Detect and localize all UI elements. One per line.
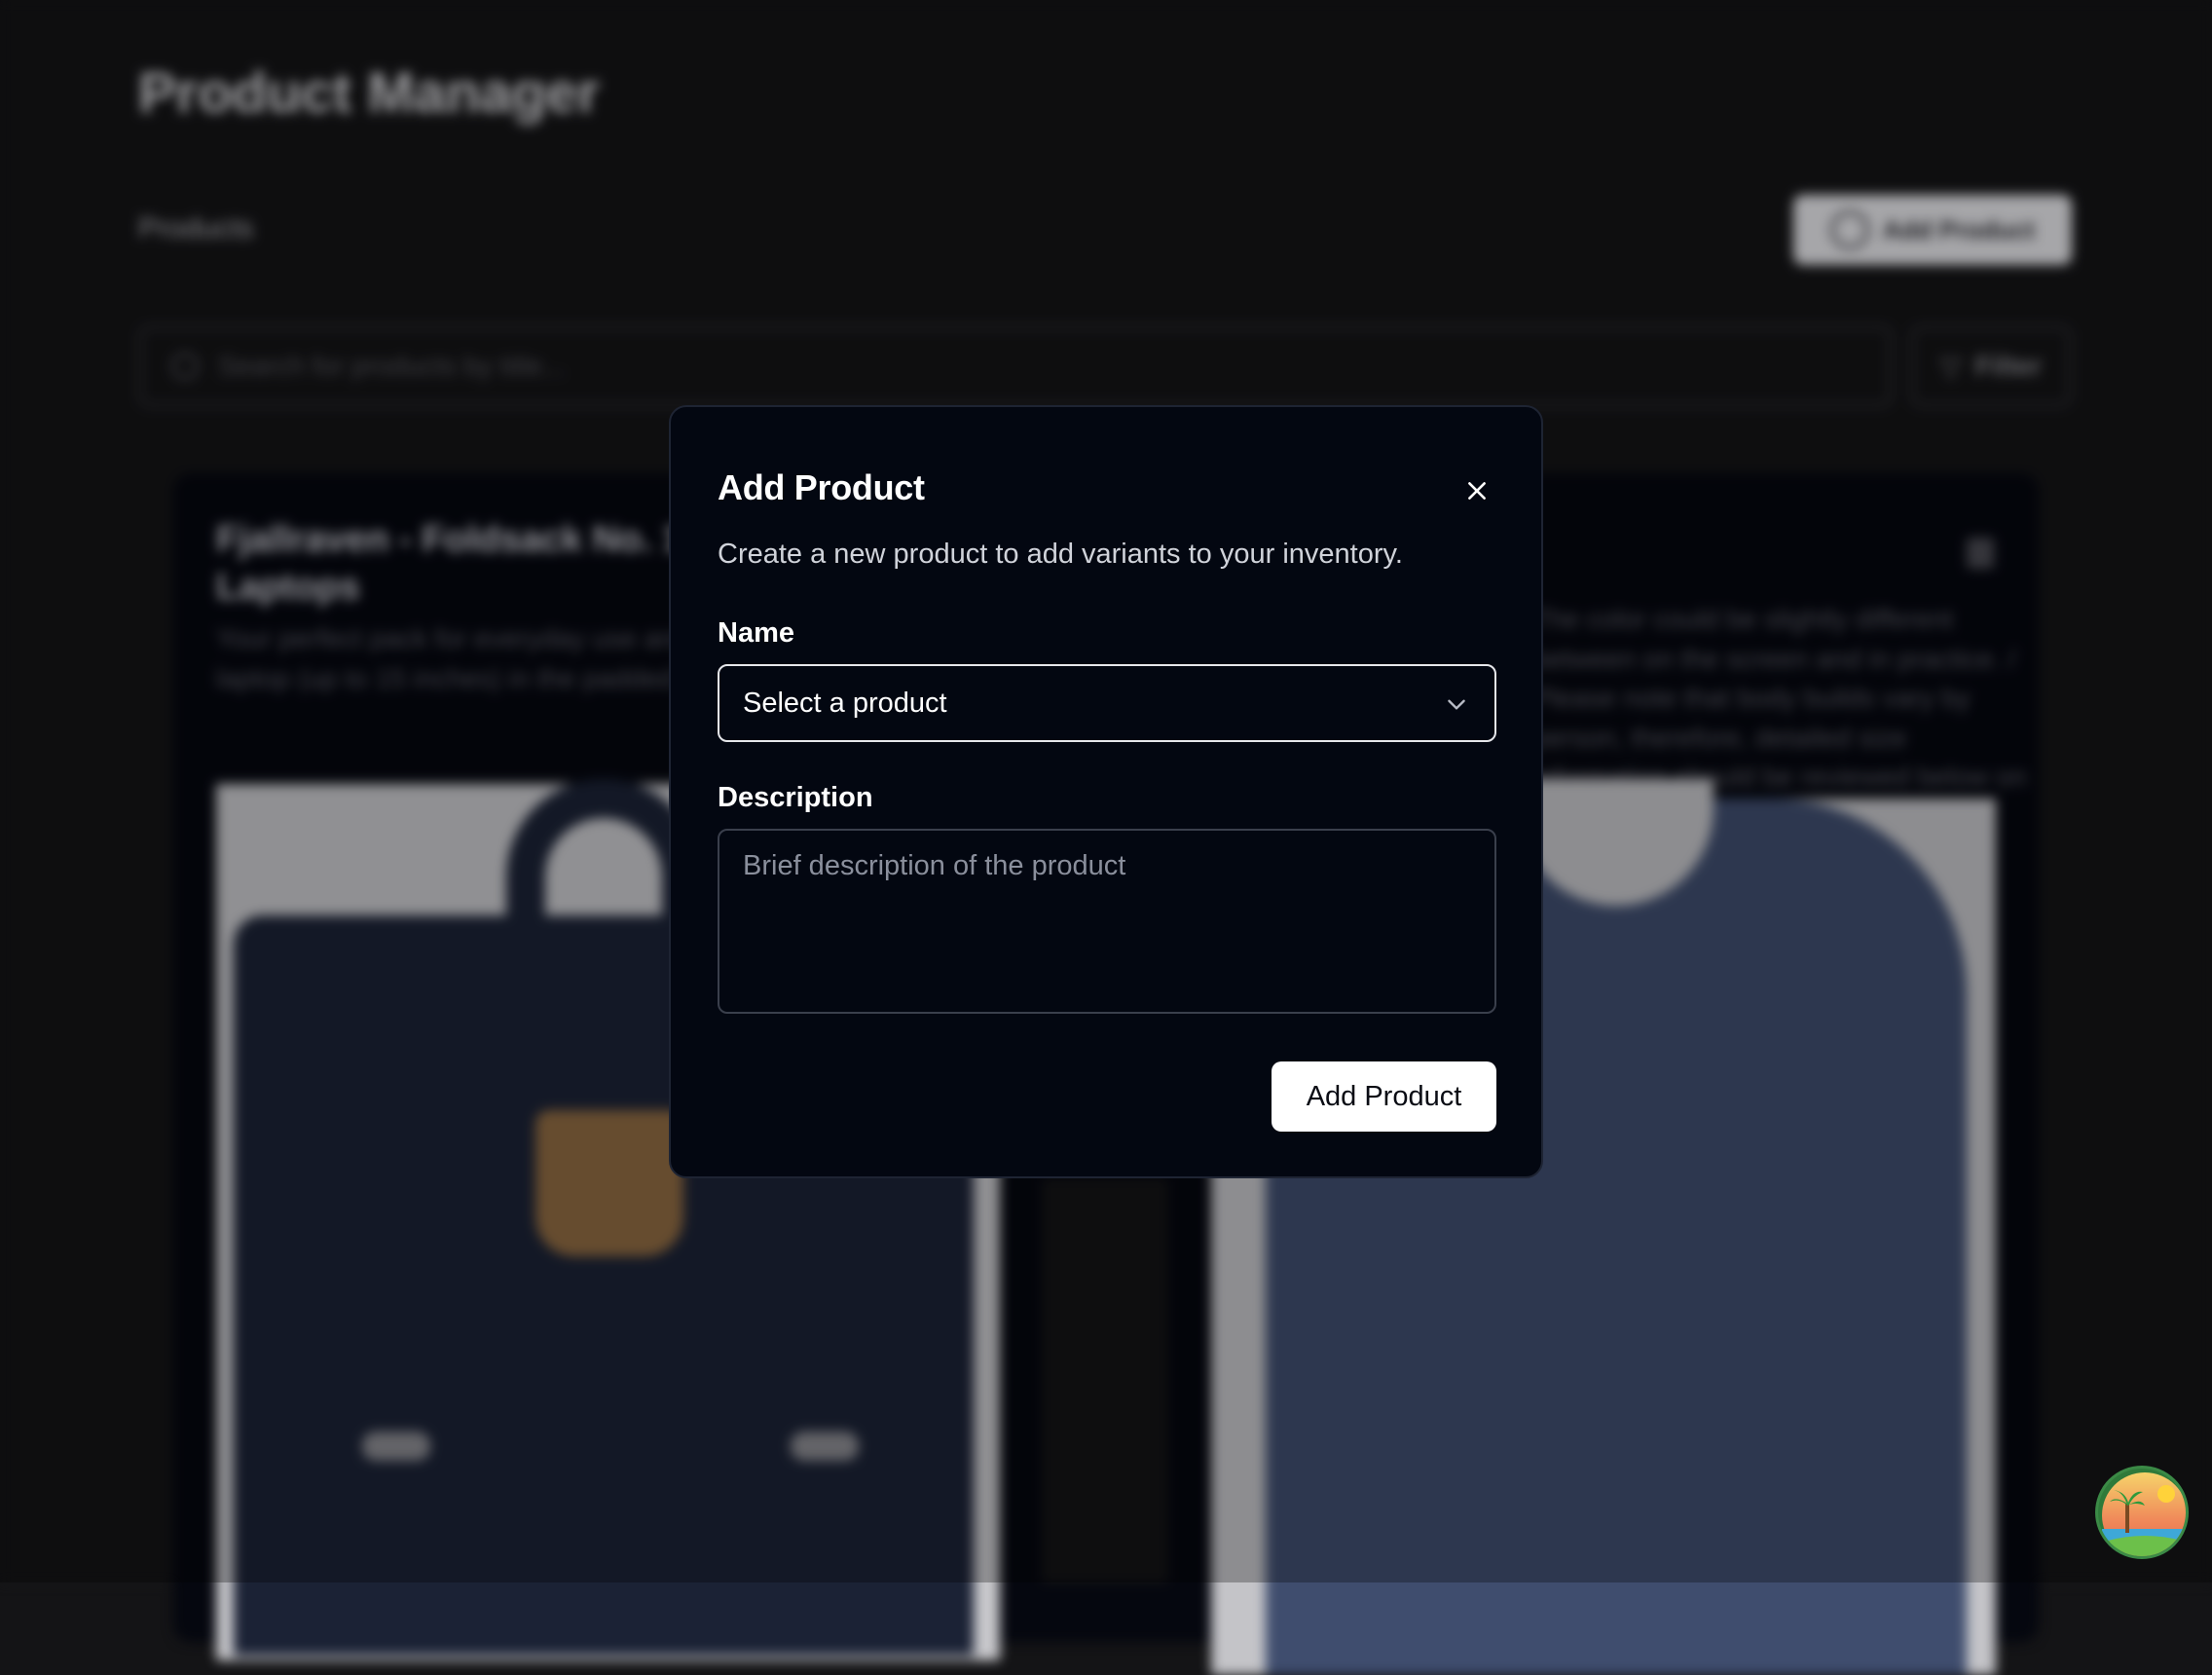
name-label: Name [718, 617, 794, 649]
add-product-submit-button[interactable]: Add Product [1272, 1061, 1496, 1132]
dialog-description: Create a new product to add variants to … [718, 539, 1403, 570]
chevron-down-icon [1448, 699, 1465, 710]
floating-assistant-avatar[interactable] [2095, 1466, 2189, 1559]
description-textarea[interactable] [718, 829, 1496, 1014]
dialog-title: Add Product [718, 467, 925, 507]
product-name-select[interactable]: Select a product [718, 664, 1496, 742]
add-product-dialog: Add Product Create a new product to add … [669, 405, 1543, 1178]
close-icon [1468, 482, 1486, 500]
close-button[interactable] [1459, 473, 1494, 508]
product-name-select-value: Select a product [743, 687, 947, 719]
description-label: Description [718, 782, 873, 813]
